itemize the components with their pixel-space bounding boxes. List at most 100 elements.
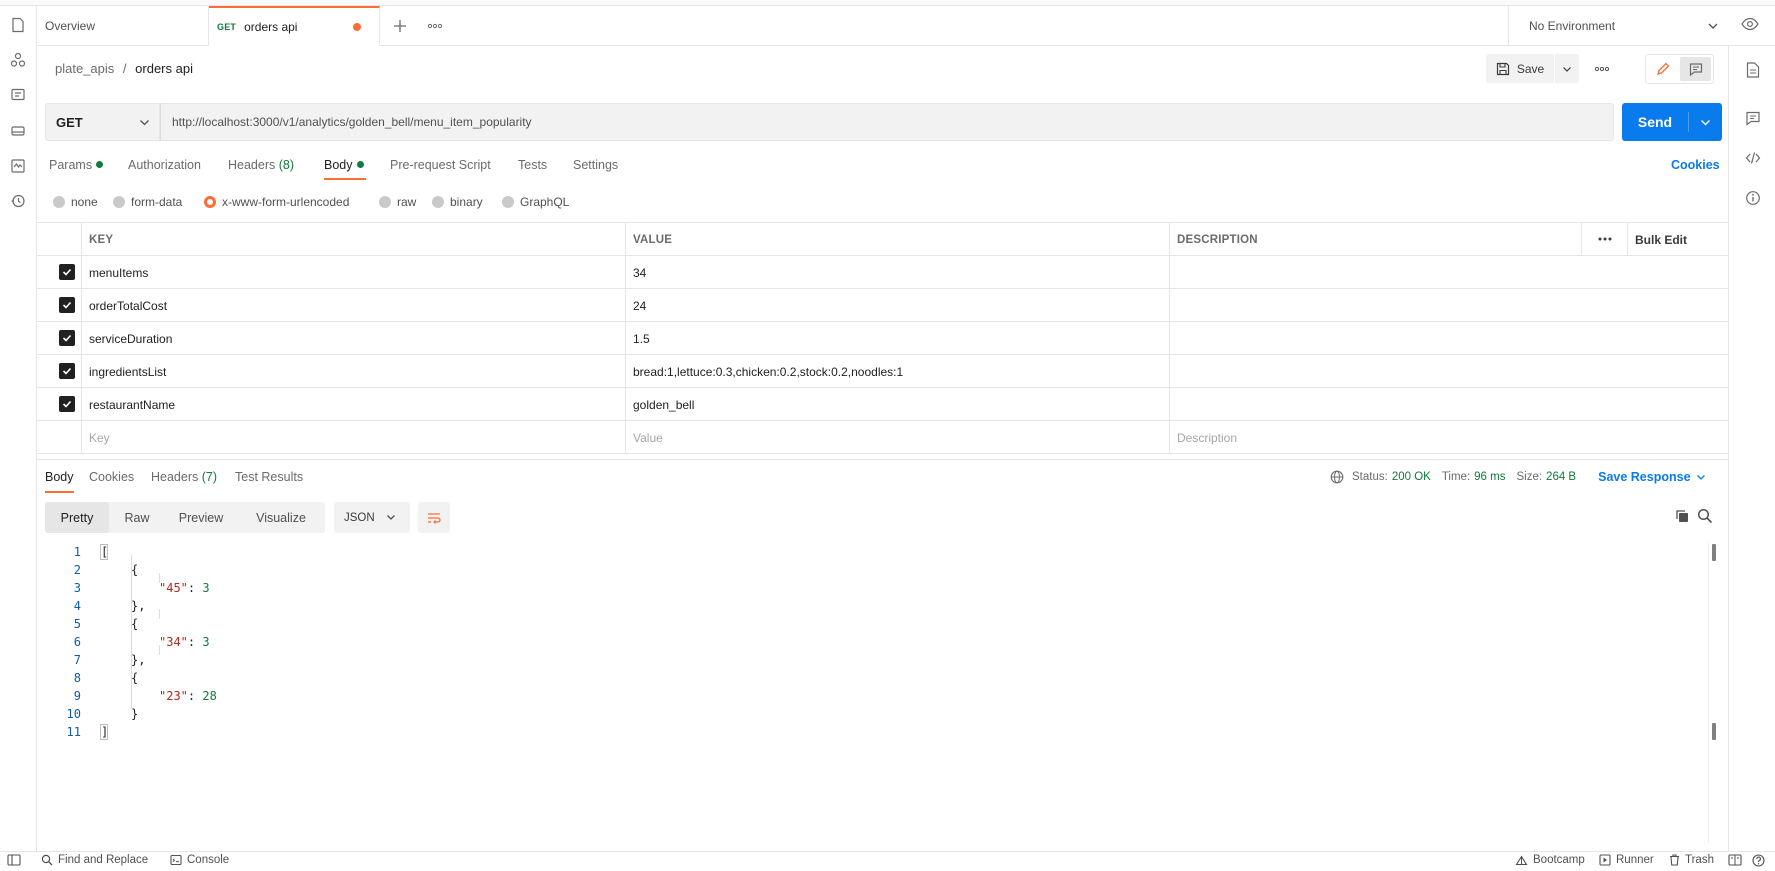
network-globe-icon[interactable] [1330, 470, 1344, 484]
param-key-cell[interactable]: menuItems [81, 256, 625, 289]
two-pane-view-icon[interactable] [1728, 854, 1747, 866]
tab-pre-request-script[interactable]: Pre-request Script [390, 158, 491, 172]
new-value-input[interactable]: Value [625, 421, 1169, 454]
tab-options-more-icon[interactable] [427, 18, 443, 34]
tab-authorization[interactable]: Authorization [128, 158, 201, 172]
tab-body[interactable]: Body [324, 158, 364, 172]
tab-params[interactable]: Params [49, 158, 104, 172]
row-enabled-checkbox[interactable] [59, 264, 75, 280]
param-description-cell[interactable] [1169, 388, 1728, 421]
response-tab-test-results[interactable]: Test Results [235, 470, 303, 484]
collections-icon[interactable] [8, 15, 28, 35]
comment-mode-icon[interactable] [1680, 57, 1711, 81]
param-key-cell[interactable]: orderTotalCost [81, 289, 625, 322]
code-snippet-icon[interactable] [1743, 148, 1763, 168]
help-icon[interactable] [1752, 854, 1770, 867]
body-type-urlencoded[interactable]: x-www-form-urlencoded [204, 195, 349, 209]
breadcrumb-request-name[interactable]: orders api [135, 61, 193, 76]
console-button[interactable]: Console [170, 854, 229, 866]
find-and-replace-button[interactable]: Find and Replace [41, 854, 148, 866]
time-value[interactable]: 96 ms [1474, 471, 1505, 483]
param-description-cell[interactable] [1169, 289, 1728, 322]
param-value-cell[interactable]: golden_bell [625, 388, 1169, 421]
wrap-lines-icon[interactable] [418, 502, 450, 533]
trash-button[interactable]: Trash [1669, 854, 1714, 866]
tab-settings[interactable]: Settings [573, 158, 618, 172]
view-mode-pretty[interactable]: Pretty [45, 502, 109, 533]
runner-button[interactable]: Runner [1599, 854, 1654, 866]
cookies-link[interactable]: Cookies [1671, 158, 1720, 172]
documentation-icon[interactable] [1743, 60, 1763, 80]
bootcamp-label: Bootcamp [1533, 854, 1585, 866]
tab-headers[interactable]: Headers (8) [228, 158, 294, 172]
body-type-none[interactable]: none [53, 195, 98, 209]
view-mode-raw[interactable]: Raw [109, 502, 165, 533]
tab-tests[interactable]: Tests [518, 158, 547, 172]
response-tab-headers-label: Headers [151, 470, 199, 484]
send-options-chevron-icon[interactable] [1689, 103, 1722, 141]
bulk-edit-button[interactable]: Bulk Edit [1627, 223, 1728, 256]
param-description-cell[interactable] [1169, 256, 1728, 289]
search-response-icon[interactable] [1697, 508, 1713, 524]
new-tab-plus-icon[interactable] [392, 18, 408, 34]
response-tab-cookies[interactable]: Cookies [89, 470, 134, 484]
body-type-form-data[interactable]: form-data [113, 195, 182, 209]
apis-icon[interactable] [8, 50, 28, 70]
row-enabled-checkbox[interactable] [59, 330, 75, 346]
param-description-cell[interactable] [1169, 322, 1728, 355]
status-value[interactable]: 200 OK [1392, 471, 1431, 483]
param-key-cell[interactable]: serviceDuration [81, 322, 625, 355]
response-format-select[interactable]: JSON [334, 502, 410, 533]
response-tab-body[interactable]: Body [45, 470, 74, 484]
code-token: { [131, 563, 139, 577]
mock-servers-icon[interactable] [8, 121, 28, 141]
response-scrollbar[interactable] [1708, 543, 1718, 843]
radio-indicator [502, 196, 514, 208]
table-more-options-icon[interactable] [1597, 233, 1613, 245]
http-method-select[interactable]: GET [45, 103, 160, 141]
row-enabled-checkbox[interactable] [59, 297, 75, 313]
send-button[interactable]: Send [1622, 103, 1722, 141]
bootcamp-button[interactable]: Bootcamp [1515, 854, 1585, 866]
request-more-options-icon[interactable] [1594, 62, 1610, 76]
monitors-icon[interactable] [8, 156, 28, 176]
param-description-cell[interactable] [1169, 355, 1728, 388]
param-key-cell[interactable]: ingredientsList [81, 355, 625, 388]
chevron-down-icon[interactable] [1696, 472, 1706, 482]
body-type-raw[interactable]: raw [379, 195, 416, 209]
info-icon[interactable] [1743, 188, 1763, 208]
size-value[interactable]: 264 B [1546, 471, 1576, 483]
param-value-cell[interactable]: 1.5 [625, 322, 1169, 355]
new-key-input[interactable]: Key [81, 421, 625, 454]
response-body-viewer[interactable]: 1 [ 2 { 3 "45": 3 4 }, 5 { 6 "34": 3 7 }… [37, 543, 1707, 743]
copy-response-icon[interactable] [1674, 508, 1690, 524]
row-enabled-checkbox[interactable] [59, 363, 75, 379]
history-icon[interactable] [8, 191, 28, 211]
breadcrumb-collection[interactable]: plate_apis [55, 61, 114, 76]
save-response-button[interactable]: Save Response [1598, 470, 1690, 484]
param-value-cell[interactable]: 24 [625, 289, 1169, 322]
toggle-sidebar-icon[interactable] [7, 854, 26, 866]
view-mode-visualize[interactable]: Visualize [237, 502, 325, 533]
param-value-cell[interactable]: 34 [625, 256, 1169, 289]
save-button[interactable]: Save [1486, 54, 1554, 83]
tab-orders-api[interactable]: GET orders api [209, 6, 380, 46]
param-value-cell[interactable]: bread:1,lettuce:0.3,chicken:0.2,stock:0.… [625, 355, 1169, 388]
environment-selector[interactable]: No Environment [1508, 6, 1728, 46]
new-description-input[interactable]: Description [1169, 421, 1728, 454]
response-tab-headers[interactable]: Headers (7) [151, 470, 217, 484]
environment-quick-look-eye-icon[interactable] [1741, 17, 1759, 31]
body-type-graphql[interactable]: GraphQL [502, 195, 569, 209]
row-enabled-checkbox[interactable] [59, 396, 75, 412]
comments-icon[interactable] [1743, 108, 1763, 128]
request-url-input[interactable]: http://localhost:3000/v1/analytics/golde… [160, 103, 1614, 141]
edit-mode-pencil-icon[interactable] [1648, 57, 1678, 81]
pane-resize-divider[interactable] [37, 459, 1728, 460]
tab-overview[interactable]: Overview [37, 6, 209, 46]
view-mode-preview[interactable]: Preview [165, 502, 237, 533]
save-options-dropdown[interactable] [1555, 54, 1579, 83]
body-type-binary[interactable]: binary [432, 195, 483, 209]
response-tab-test-results-label: Test Results [235, 470, 304, 484]
param-key-cell[interactable]: restaurantName [81, 388, 625, 421]
environments-icon[interactable] [8, 85, 28, 105]
